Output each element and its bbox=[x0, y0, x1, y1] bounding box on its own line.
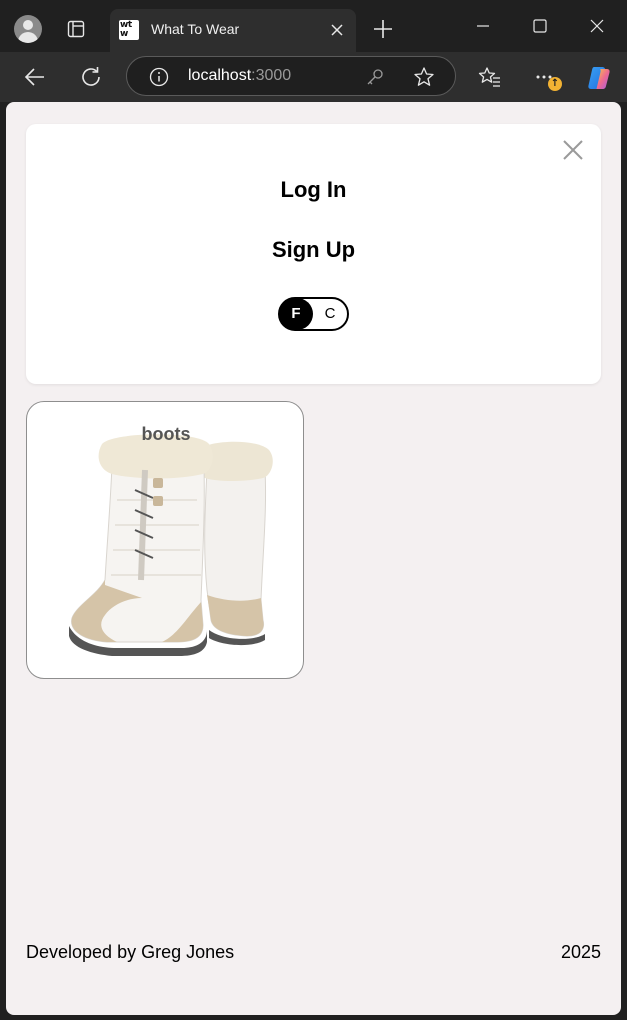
maximize-icon[interactable] bbox=[525, 14, 555, 38]
temperature-unit-toggle[interactable]: F C bbox=[278, 297, 349, 331]
item-name: boots bbox=[141, 424, 191, 444]
toggle-celsius-label: C bbox=[324, 305, 336, 322]
new-tab-icon[interactable] bbox=[370, 16, 396, 42]
profile-avatar-icon[interactable] bbox=[14, 15, 42, 43]
url-host: localhost bbox=[188, 67, 252, 84]
footer-developer-credit: Developed by Greg Jones bbox=[26, 942, 235, 962]
url-port: :3000 bbox=[251, 67, 292, 84]
favorite-star-icon[interactable] bbox=[413, 66, 435, 88]
browser-chrome: wt w What To Wear localhost:3000 bbox=[0, 0, 627, 102]
page-viewport: Log In Sign Up F C boots Developed by Gr… bbox=[6, 102, 621, 1015]
back-arrow-icon[interactable] bbox=[22, 64, 48, 90]
address-bar[interactable]: localhost:3000 bbox=[126, 56, 456, 96]
url-text[interactable]: localhost:3000 bbox=[188, 67, 291, 85]
update-available-badge: ↑ bbox=[548, 77, 562, 91]
tab-what-to-wear[interactable]: wt w What To Wear bbox=[110, 9, 356, 52]
clothing-item-card[interactable]: boots bbox=[26, 401, 304, 679]
copilot-icon[interactable] bbox=[585, 64, 613, 92]
site-info-icon[interactable] bbox=[149, 67, 169, 87]
boots-image bbox=[69, 434, 273, 656]
tab-close-icon[interactable] bbox=[328, 21, 346, 39]
tab-title: What To Wear bbox=[151, 21, 240, 37]
favorites-icon[interactable] bbox=[478, 65, 502, 89]
footer-year: 2025 bbox=[560, 942, 601, 962]
login-button[interactable]: Log In bbox=[26, 177, 601, 203]
menu-modal: Log In Sign Up F C bbox=[26, 124, 601, 384]
toggle-fahrenheit-label: F bbox=[291, 305, 301, 322]
signup-button[interactable]: Sign Up bbox=[26, 237, 601, 263]
tab-actions-icon[interactable] bbox=[60, 13, 92, 45]
tab-bar: wt w What To Wear bbox=[0, 0, 627, 52]
site-favicon-icon: wt w bbox=[119, 20, 139, 40]
password-key-icon[interactable] bbox=[365, 67, 385, 87]
browser-toolbar: localhost:3000 bbox=[0, 52, 627, 102]
close-icon[interactable] bbox=[561, 138, 585, 162]
window-close-icon[interactable] bbox=[582, 14, 612, 38]
reload-icon[interactable] bbox=[78, 64, 104, 90]
minimize-icon[interactable] bbox=[468, 14, 498, 38]
